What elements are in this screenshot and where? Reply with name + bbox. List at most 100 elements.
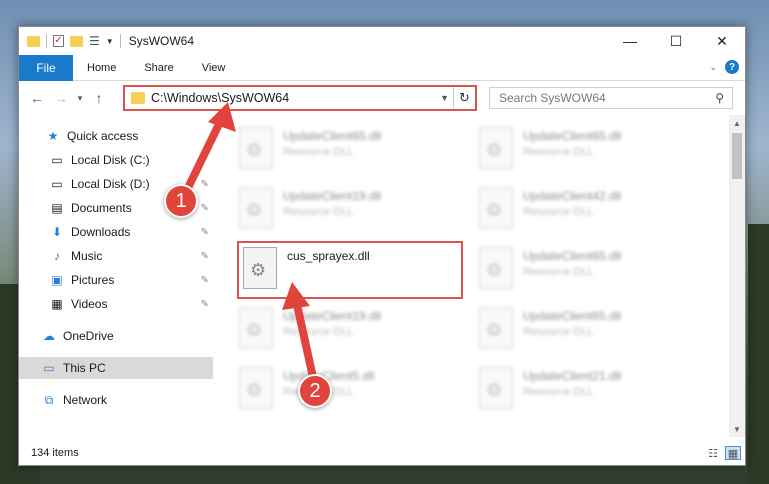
file-item[interactable]: UpdateClient19.dll Resource DLL (235, 303, 465, 353)
sidebar-item-videos[interactable]: ▦ Videos ✎ (19, 293, 213, 315)
status-bar: 134 items ☷ ▦ (19, 441, 745, 465)
sidebar-item-onedrive[interactable]: ☁ OneDrive (19, 325, 213, 347)
large-icons-view-icon[interactable]: ▦ (725, 446, 741, 460)
sidebar-item-pictures[interactable]: ▣ Pictures ✎ (19, 269, 213, 291)
file-description: Resource DLL (283, 326, 354, 338)
file-item[interactable]: UpdateClient42.dll Resource DLL (475, 183, 705, 233)
dll-file-icon (479, 307, 513, 349)
file-item[interactable]: UpdateClient65.dll Resource DLL (475, 303, 705, 353)
step-1-badge: 1 (164, 184, 198, 218)
sidebar-item-network[interactable]: ⧉ Network (19, 389, 213, 411)
scroll-up-icon[interactable]: ▲ (729, 115, 745, 131)
file-description: Resource DLL (523, 266, 594, 278)
search-input[interactable]: Search SysWOW64 ⚲ (489, 87, 733, 109)
expand-ribbon-icon[interactable]: ⌄ (709, 62, 717, 73)
folder-icon (27, 35, 40, 47)
scroll-down-icon[interactable]: ▼ (729, 421, 745, 437)
sidebar-item-label: Pictures (71, 273, 115, 287)
sidebar-item-quick-access[interactable]: ★ Quick access (19, 125, 213, 147)
help-icon[interactable]: ? (725, 60, 739, 74)
sidebar-item-label: OneDrive (63, 329, 114, 343)
drive-icon: ▭ (51, 177, 63, 191)
file-item[interactable]: UpdateClient65.dll Resource DLL (475, 123, 705, 173)
dll-file-icon (479, 127, 513, 169)
highlight-box-file (237, 241, 463, 299)
file-name: UpdateClient21.dll (523, 369, 622, 383)
sidebar-item-label: Documents (71, 201, 132, 215)
file-item[interactable]: UpdateClient65.dll Resource DLL (475, 243, 705, 293)
pin-icon[interactable]: ✎ (201, 227, 209, 238)
file-description: Resource DLL (523, 386, 594, 398)
sidebar-item-label: Local Disk (C:) (71, 153, 150, 167)
pictures-icon: ▣ (51, 273, 63, 287)
star-icon: ★ (47, 129, 59, 143)
pin-icon[interactable]: ✎ (201, 179, 209, 190)
ribbon-tabs: File Home Share View ⌄ ? (19, 54, 745, 81)
tab-view[interactable]: View (188, 55, 240, 81)
recent-locations-icon[interactable]: ▾ (73, 93, 87, 104)
file-item[interactable]: UpdateClient21.dll Resource DLL (475, 363, 705, 413)
view-buttons: ☷ ▦ (705, 446, 741, 460)
title-bar: ✓ ☰ ▼ SysWOW64 — ☐ ✕ (19, 27, 745, 55)
forward-arrow-icon[interactable]: → (49, 90, 73, 106)
file-item[interactable]: UpdateClient65.dll Resource DLL (235, 123, 465, 173)
sidebar-item-local-disk-c[interactable]: ▭ Local Disk (C:) (19, 149, 213, 171)
properties-check-icon[interactable]: ✓ (53, 35, 64, 47)
chevron-down-icon[interactable]: ▼ (440, 93, 449, 103)
separator (46, 34, 47, 48)
file-name: UpdateClient65.dll (523, 309, 622, 323)
file-item[interactable]: UpdateClient5.dllResource DLL (235, 363, 465, 413)
tab-file[interactable]: File (19, 54, 73, 81)
back-arrow-icon[interactable]: ← (25, 90, 49, 106)
file-item[interactable]: UpdateClient19.dll Resource DLL (235, 183, 465, 233)
sidebar-item-label: Network (63, 393, 108, 407)
computer-icon: ▭ (43, 361, 55, 375)
music-icon: ♪ (54, 249, 60, 263)
vertical-scrollbar[interactable]: ▲ ▼ (729, 115, 745, 437)
file-name: UpdateClient65.dll (523, 129, 622, 143)
sidebar-item-label: Videos (71, 297, 108, 311)
videos-icon: ▦ (51, 297, 63, 311)
sidebar-item-music[interactable]: ♪ Music ✎ (19, 245, 213, 267)
pin-icon[interactable]: ✎ (201, 251, 209, 262)
scroll-thumb[interactable] (732, 133, 742, 179)
minimize-button[interactable]: — (607, 27, 653, 55)
sidebar-item-this-pc[interactable]: ▭ This PC (19, 357, 213, 379)
window-controls: — ☐ ✕ (607, 27, 745, 55)
drive-icon: ▭ (51, 153, 63, 167)
file-name: UpdateClient19.dll (283, 189, 382, 203)
maximize-button[interactable]: ☐ (653, 27, 699, 55)
item-count: 134 items (31, 447, 79, 459)
sidebar-item-label: This PC (63, 361, 106, 375)
pin-icon[interactable]: ✎ (201, 299, 209, 310)
file-name: UpdateClient42.dll (523, 189, 622, 203)
close-button[interactable]: ✕ (699, 27, 745, 55)
dll-file-icon (239, 367, 273, 409)
tab-home[interactable]: Home (73, 55, 130, 81)
sidebar-item-label: Local Disk (D:) (71, 177, 150, 191)
new-folder-icon[interactable] (70, 35, 83, 47)
file-name: UpdateClient19.dll (283, 309, 382, 323)
step-2-badge: 2 (298, 374, 332, 408)
pin-icon[interactable]: ✎ (201, 203, 209, 214)
folder-icon (131, 92, 145, 104)
dll-file-icon (239, 187, 273, 229)
pin-icon[interactable]: ✎ (201, 275, 209, 286)
customize-icon[interactable]: ☰ (89, 34, 100, 48)
details-view-icon[interactable]: ☷ (705, 446, 721, 460)
refresh-button[interactable]: ↻ (453, 87, 475, 109)
tab-share[interactable]: Share (130, 55, 187, 81)
file-name: UpdateClient65.dll (523, 249, 622, 263)
cloud-icon: ☁ (43, 329, 55, 343)
up-arrow-icon[interactable]: ↑ (87, 90, 111, 106)
explorer-window: ✓ ☰ ▼ SysWOW64 — ☐ ✕ File Home Share Vie… (18, 26, 746, 466)
sidebar-item-downloads[interactable]: ⬇ Downloads ✎ (19, 221, 213, 243)
file-description: Resource DLL (283, 206, 354, 218)
dll-file-icon (479, 367, 513, 409)
file-description: Resource DLL (523, 326, 594, 338)
background-tree (748, 224, 769, 484)
file-description: Resource DLL (523, 206, 594, 218)
address-bar[interactable]: C:\Windows\SysWOW64 ▼ ↻ (123, 85, 477, 111)
search-placeholder: Search SysWOW64 (499, 91, 606, 105)
chevron-down-icon[interactable]: ▼ (106, 37, 114, 46)
